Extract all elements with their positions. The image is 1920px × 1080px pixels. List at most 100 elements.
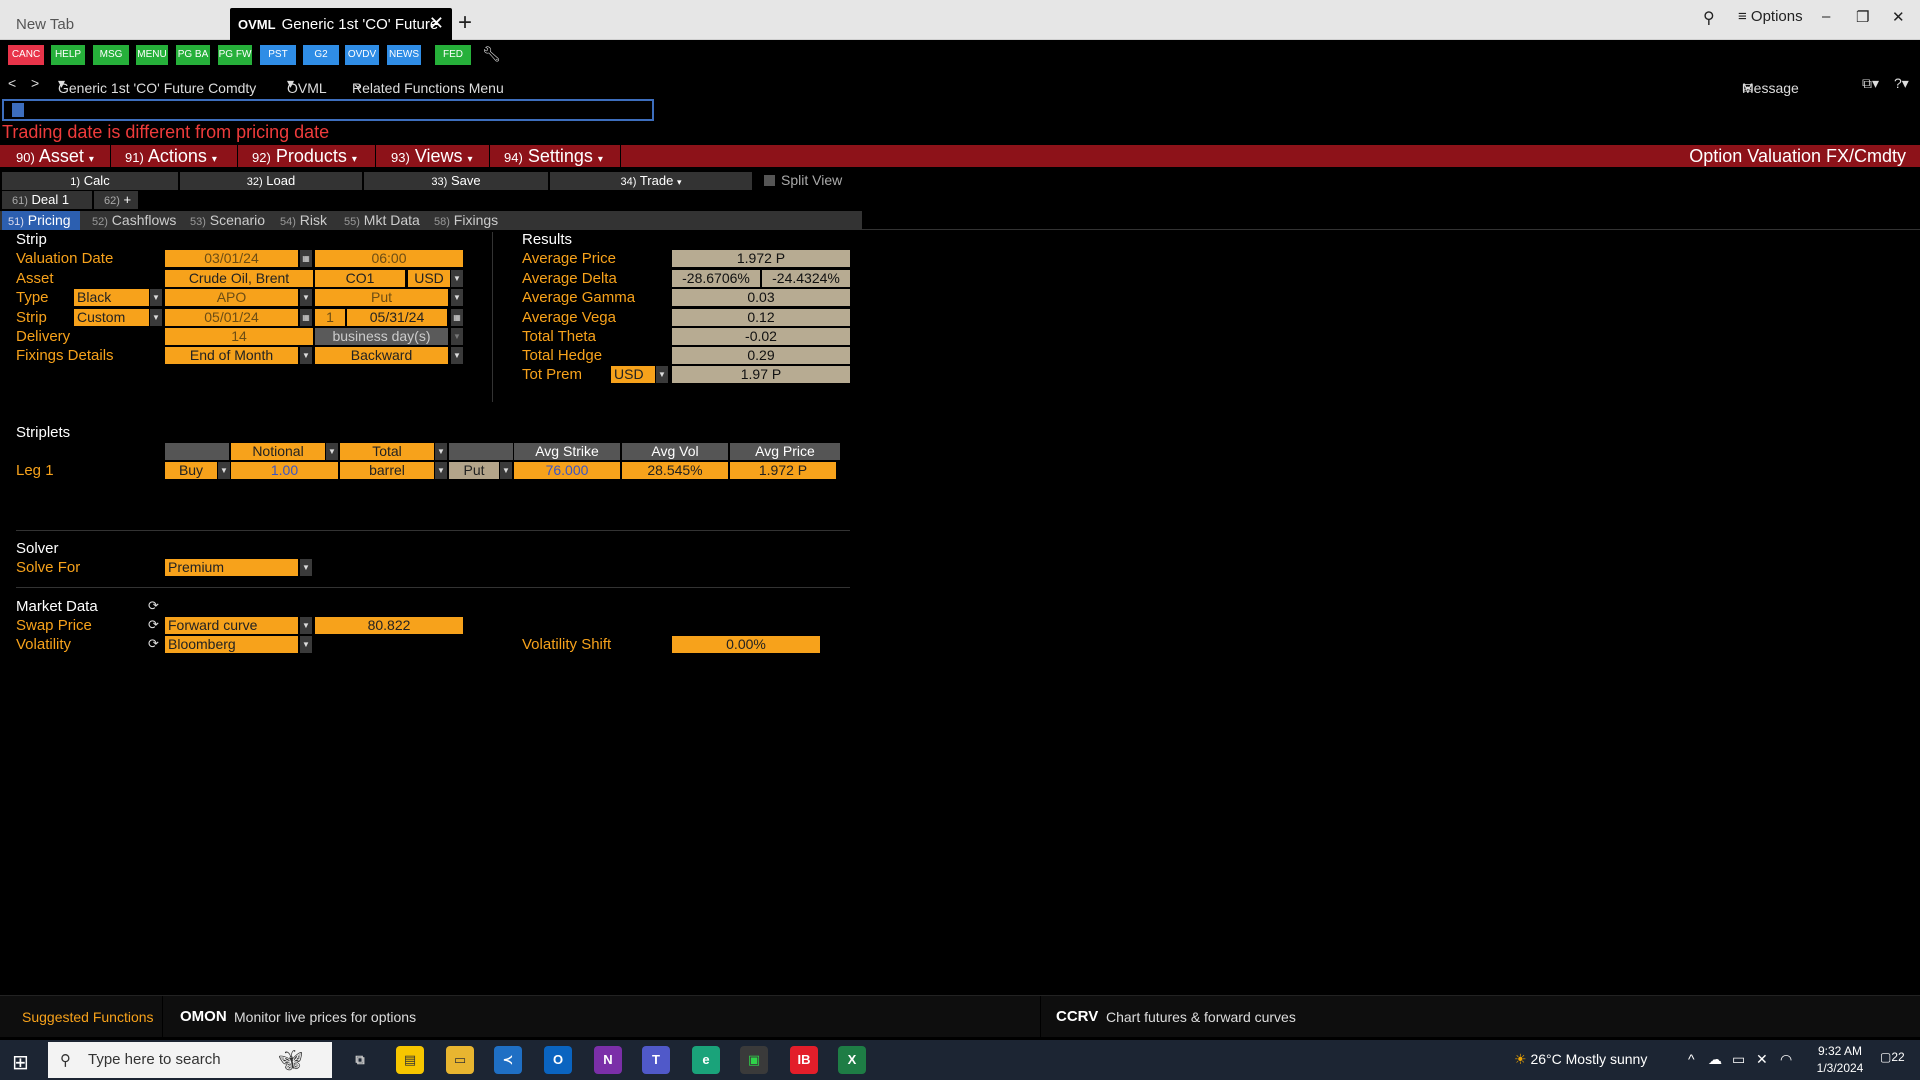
- minimize-icon[interactable]: –: [1822, 8, 1830, 25]
- chevron-down-icon[interactable]: ▼: [451, 347, 463, 364]
- avg-vol-field[interactable]: 28.545%: [622, 462, 728, 479]
- tab-cashflows[interactable]: 52) Cashflows: [92, 211, 176, 230]
- unit-select[interactable]: barrel: [340, 462, 434, 479]
- calendar-icon[interactable]: ▦: [300, 309, 312, 326]
- calendar-icon[interactable]: ▦: [300, 250, 312, 267]
- products-menu[interactable]: 92) Products ▾: [252, 145, 357, 167]
- taskbar-search[interactable]: ⚲ Type here to search 🦋︎: [48, 1042, 332, 1078]
- back-arrow-icon[interactable]: <: [8, 75, 16, 91]
- trade-button[interactable]: 34) Trade ▾: [550, 172, 752, 190]
- tot-prem-currency-select[interactable]: USD: [611, 366, 655, 383]
- security-selector[interactable]: Generic 1st 'CO' Future Comdty ▾: [58, 75, 256, 96]
- delivery-unit-select[interactable]: business day(s): [315, 328, 448, 345]
- news-button[interactable]: NEWS: [387, 45, 421, 65]
- chevron-down-icon[interactable]: ▼: [451, 289, 463, 306]
- file-explorer-icon[interactable]: ▭: [446, 1046, 474, 1074]
- pg-back-button[interactable]: PG BA: [176, 45, 210, 65]
- solve-for-select[interactable]: Premium: [165, 559, 298, 576]
- start-date-field[interactable]: 05/01/24: [165, 309, 298, 326]
- chevron-up-icon[interactable]: ^: [1688, 1051, 1695, 1067]
- calendar-icon[interactable]: ▦: [451, 309, 463, 326]
- close-window-icon[interactable]: ✕: [1892, 8, 1905, 26]
- currency-field[interactable]: USD: [408, 270, 450, 287]
- split-view-toggle[interactable]: Split View: [764, 172, 842, 188]
- valuation-date-field[interactable]: 03/01/24: [165, 250, 298, 267]
- terminal-icon[interactable]: ▣: [740, 1046, 768, 1074]
- model-select[interactable]: Black: [74, 289, 149, 306]
- command-line[interactable]: [2, 99, 654, 121]
- vscode-icon[interactable]: ≺: [494, 1046, 522, 1074]
- strip-mode-select[interactable]: Custom: [74, 309, 149, 326]
- save-button[interactable]: 33) Save: [364, 172, 548, 190]
- leg-type-select[interactable]: Put: [449, 462, 499, 479]
- pg-fwd-button[interactable]: PG FW: [218, 45, 252, 65]
- volume-muted-icon[interactable]: ✕: [1756, 1051, 1768, 1068]
- vol-source-select[interactable]: Bloomberg: [165, 636, 298, 653]
- chevron-down-icon[interactable]: ▼: [218, 462, 230, 479]
- chevron-down-icon[interactable]: ▼: [326, 443, 338, 460]
- notification-center[interactable]: ▢22: [1880, 1050, 1905, 1064]
- actions-menu[interactable]: 91) Actions ▾: [125, 145, 217, 167]
- weather-widget[interactable]: ☀ 26°C Mostly sunny: [1514, 1051, 1647, 1068]
- close-icon[interactable]: ✕: [429, 13, 444, 34]
- vol-shift-field[interactable]: 0.00%: [672, 636, 820, 653]
- tab-risk[interactable]: 54) Risk: [280, 211, 327, 230]
- direction-select[interactable]: Buy: [165, 462, 217, 479]
- refresh-icon[interactable]: ⟳: [148, 598, 159, 614]
- g2-button[interactable]: G2: [303, 45, 339, 65]
- function-selector[interactable]: OVML ▾: [287, 75, 327, 96]
- battery-icon[interactable]: ▭: [1732, 1051, 1745, 1068]
- omon-link[interactable]: OMON: [180, 1008, 227, 1025]
- command-input[interactable]: [26, 101, 646, 119]
- calc-button[interactable]: 1) Calc: [2, 172, 178, 190]
- help-icon[interactable]: ?▾: [1894, 75, 1909, 92]
- forward-arrow-icon[interactable]: >: [31, 75, 39, 91]
- option-type-select[interactable]: Put: [315, 289, 448, 306]
- load-button[interactable]: 32) Load: [180, 172, 362, 190]
- chevron-down-icon[interactable]: ▼: [150, 309, 162, 326]
- bloomberg-icon[interactable]: IB: [790, 1046, 818, 1074]
- avg-strike-field[interactable]: 76.000: [514, 462, 620, 479]
- chevron-down-icon[interactable]: ▼: [300, 636, 312, 653]
- add-deal-tab[interactable]: 62) +: [94, 191, 138, 209]
- swap-source-select[interactable]: Forward curve: [165, 617, 298, 634]
- chevron-down-icon[interactable]: ▼: [451, 328, 463, 345]
- notional-field[interactable]: 1.00: [231, 462, 338, 479]
- tab-new-tab[interactable]: New Tab: [6, 8, 226, 40]
- end-date-field[interactable]: 05/31/24: [347, 309, 447, 326]
- views-menu[interactable]: 93) Views ▾: [391, 145, 473, 167]
- chevron-down-icon[interactable]: ▼: [300, 289, 312, 306]
- windows-start-icon[interactable]: ⊞: [12, 1050, 29, 1075]
- chevron-down-icon[interactable]: ▼: [300, 559, 312, 576]
- clock[interactable]: 9:32 AM 1/3/2024: [1810, 1044, 1870, 1075]
- chevron-down-icon[interactable]: ▼: [300, 347, 312, 364]
- chevron-down-icon[interactable]: ▼: [150, 289, 162, 306]
- wrench-icon[interactable]: 🔧︎: [482, 45, 501, 63]
- chevron-down-icon[interactable]: ▼: [435, 443, 447, 460]
- plus-icon[interactable]: +: [458, 10, 472, 36]
- ovdv-button[interactable]: OVDV: [345, 45, 379, 65]
- fixings-select[interactable]: End of Month: [165, 347, 298, 364]
- wifi-icon[interactable]: ◠: [1780, 1051, 1792, 1068]
- option-style-select[interactable]: APO: [165, 289, 298, 306]
- sticky-notes-icon[interactable]: ▤: [396, 1046, 424, 1074]
- swap-price-field[interactable]: 80.822: [315, 617, 463, 634]
- tab-ovml[interactable]: OVML Generic 1st 'CO' Future ✕: [230, 8, 452, 40]
- msg-button[interactable]: MSG: [93, 45, 129, 65]
- fixings-direction-select[interactable]: Backward: [315, 347, 448, 364]
- strip-count-field[interactable]: 1: [315, 309, 345, 326]
- asset-menu[interactable]: 90) Asset ▾: [16, 145, 94, 167]
- tab-pricing[interactable]: 51) Pricing: [2, 211, 80, 230]
- restore-icon[interactable]: ❐: [1856, 8, 1869, 26]
- chevron-down-icon[interactable]: ▼: [656, 366, 668, 383]
- avg-price-field[interactable]: 1.972 P: [730, 462, 836, 479]
- ccrv-link[interactable]: CCRV: [1056, 1008, 1098, 1025]
- valuation-time-field[interactable]: 06:00: [315, 250, 463, 267]
- chevron-down-icon[interactable]: ▼: [500, 462, 512, 479]
- tab-fixings[interactable]: 58) Fixings: [434, 211, 498, 230]
- options-menu[interactable]: ≡ Options: [1738, 8, 1803, 25]
- deal-tab-1[interactable]: 61) Deal 1: [2, 191, 92, 209]
- search-person-icon[interactable]: ⚲: [1703, 8, 1715, 28]
- excel-icon[interactable]: X: [838, 1046, 866, 1074]
- chevron-down-icon[interactable]: ▼: [435, 462, 447, 479]
